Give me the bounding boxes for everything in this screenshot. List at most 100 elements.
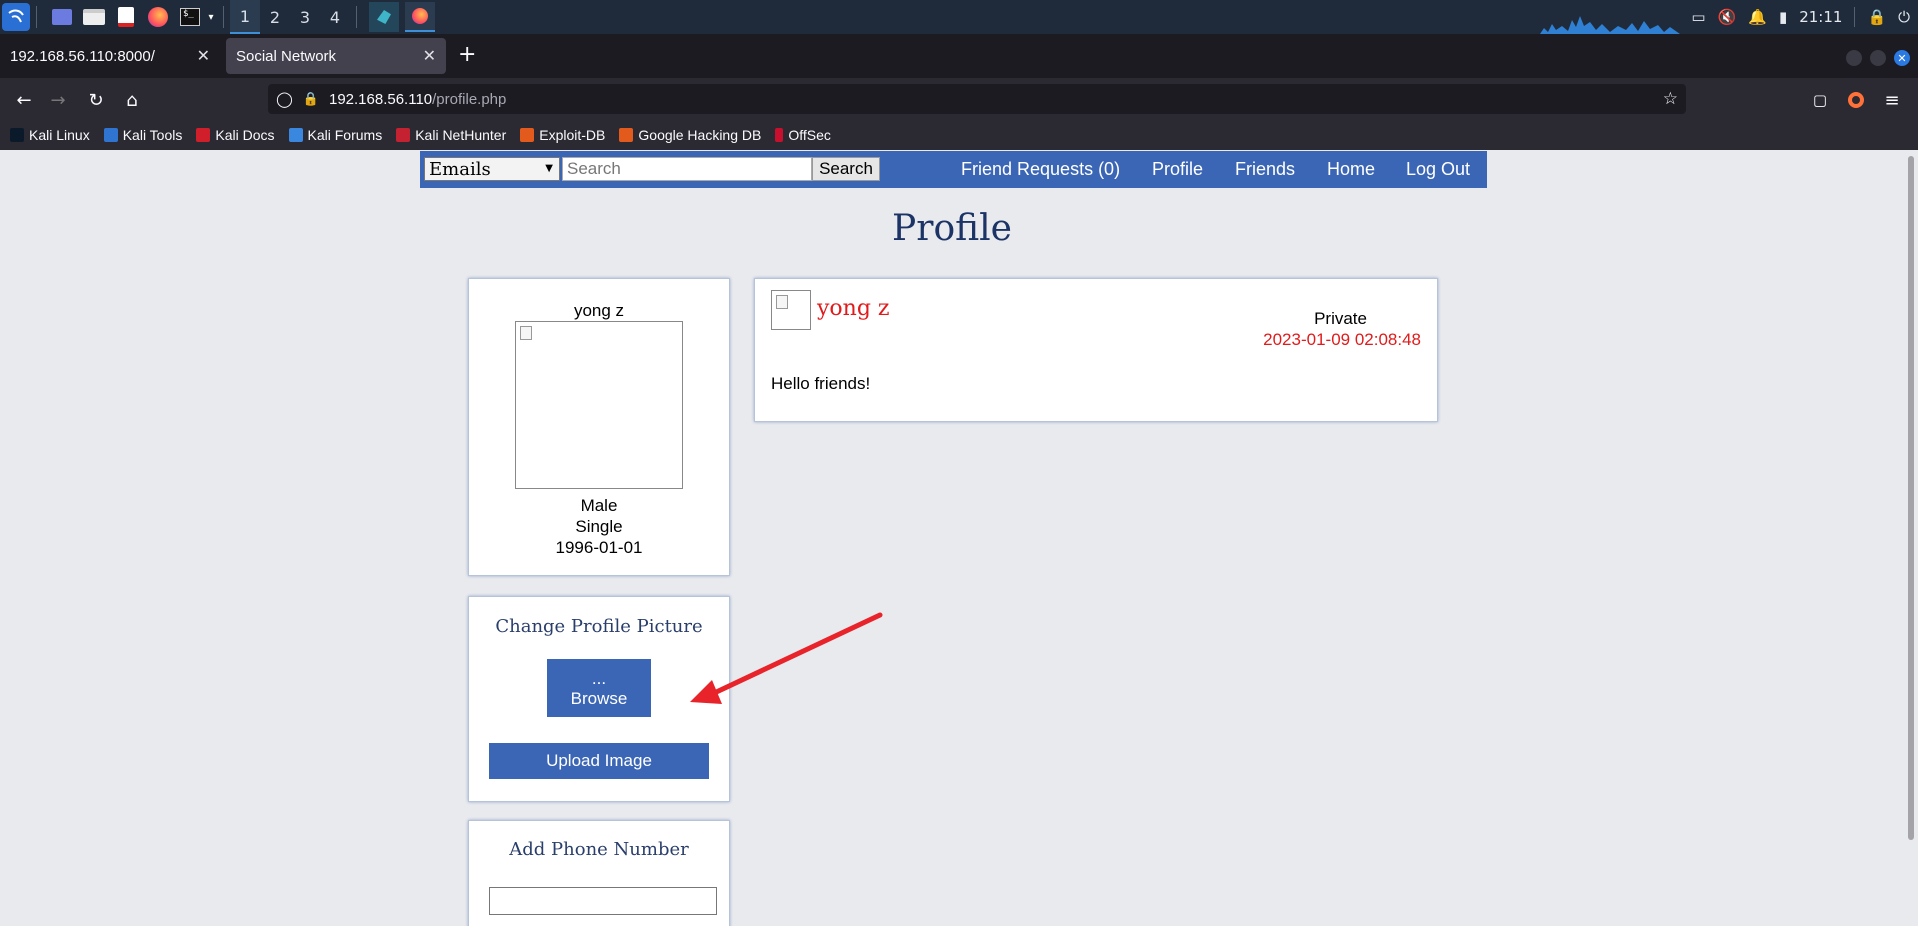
- lock-icon[interactable]: 🔒: [1867, 8, 1886, 26]
- post-author-avatar: [771, 290, 811, 330]
- bookmark-label: OffSec: [788, 127, 831, 143]
- select-value: Emails: [429, 158, 491, 180]
- bookmark-label: Exploit-DB: [539, 127, 606, 143]
- close-icon[interactable]: ✕: [197, 46, 210, 66]
- bookmark-offsec[interactable]: OffSec: [775, 127, 831, 143]
- bookmark-kali-nethunter[interactable]: Kali NetHunter: [396, 127, 506, 143]
- site-navbar: Emails ▼ Search Search Friend Requests (…: [420, 151, 1487, 188]
- page-title: Profile: [892, 208, 1012, 249]
- browse-label: Browse: [570, 689, 628, 708]
- bookmarks-toolbar: Kali Linux Kali Tools Kali Docs Kali For…: [0, 120, 1918, 150]
- search-input[interactable]: Search: [562, 157, 812, 181]
- tab-1[interactable]: 192.168.56.110:8000/ ✕: [0, 38, 220, 74]
- forward-icon[interactable]: →: [44, 86, 72, 114]
- bookmark-label: Kali Linux: [29, 127, 90, 143]
- reload-icon[interactable]: ↻: [82, 86, 110, 114]
- bookmark-star-icon[interactable]: ☆: [1663, 89, 1678, 109]
- home-icon[interactable]: ⌂: [118, 86, 146, 114]
- bookmark-kali-forums[interactable]: Kali Forums: [288, 127, 383, 143]
- change-picture-card: Change Profile Picture ... Browse Upload…: [468, 596, 730, 802]
- workspace-switcher-icon[interactable]: [49, 4, 75, 30]
- nav-log-out[interactable]: Log Out: [1406, 159, 1470, 180]
- add-phone-card: Add Phone Number: [468, 820, 730, 926]
- upload-image-button[interactable]: Upload Image: [489, 743, 709, 779]
- browse-dots: ...: [591, 669, 607, 688]
- profile-picture: [515, 321, 683, 489]
- bookmark-label: Google Hacking DB: [638, 127, 762, 143]
- nav-home[interactable]: Home: [1327, 159, 1375, 180]
- terminal-icon[interactable]: $_: [177, 4, 203, 30]
- close-window-button[interactable]: ✕: [1894, 50, 1910, 66]
- url-text: 192.168.56.110/profile.php: [329, 91, 506, 108]
- shield-icon[interactable]: ◯: [276, 90, 293, 108]
- bookmark-label: Kali Forums: [307, 127, 383, 143]
- file-manager-icon[interactable]: [81, 4, 107, 30]
- lock-icon[interactable]: 🔒: [303, 92, 319, 107]
- workspace-4[interactable]: 4: [320, 0, 350, 34]
- page-content: Emails ▼ Search Search Friend Requests (…: [0, 150, 1904, 926]
- bookmark-google-hacking-db[interactable]: Google Hacking DB: [619, 127, 761, 143]
- kali-tools-icon: [103, 128, 118, 142]
- close-icon[interactable]: ✕: [423, 46, 436, 66]
- search-button[interactable]: Search: [812, 157, 880, 181]
- back-icon[interactable]: ←: [10, 86, 38, 114]
- tab-title: Social Network: [236, 47, 337, 65]
- tab-title: 192.168.56.110:8000/: [10, 47, 155, 65]
- battery-icon[interactable]: ▮: [1779, 8, 1787, 26]
- user-relationship-status: Single: [575, 517, 623, 536]
- menu-icon[interactable]: ≡: [1878, 86, 1906, 114]
- chevron-down-icon[interactable]: ▾: [205, 4, 217, 30]
- search-placeholder: Search: [567, 159, 621, 178]
- url-host: 192.168.56.110: [328, 90, 433, 108]
- notification-bell-icon[interactable]: 🔔: [1748, 8, 1767, 26]
- clock[interactable]: 21:11: [1799, 8, 1842, 26]
- workspace-1[interactable]: 1: [230, 0, 260, 34]
- bookmark-label: Kali Tools: [122, 127, 183, 143]
- network-graph-icon: [1540, 16, 1680, 34]
- firefox-icon[interactable]: [145, 4, 171, 30]
- taskbar-separator: [223, 6, 224, 28]
- phone-number-input[interactable]: [489, 887, 717, 915]
- url-path: /profile.php: [432, 90, 507, 108]
- nav-profile[interactable]: Profile: [1152, 159, 1203, 180]
- add-phone-title: Add Phone Number: [509, 839, 689, 860]
- browser-tab-bar: 192.168.56.110:8000/ ✕ Social Network ✕: [0, 34, 1918, 78]
- extension-icon[interactable]: [1842, 86, 1870, 114]
- maximize-button[interactable]: [1870, 50, 1886, 66]
- mute-icon[interactable]: 🔇: [1718, 8, 1737, 26]
- bookmark-kali-docs[interactable]: Kali Docs: [196, 127, 275, 143]
- search-category-select[interactable]: Emails ▼: [424, 157, 560, 181]
- exploit-db-icon: [520, 128, 535, 142]
- workspace-2[interactable]: 2: [260, 0, 290, 34]
- power-icon[interactable]: ⏻: [1898, 8, 1910, 26]
- kali-menu-icon[interactable]: [2, 3, 30, 31]
- app-window-icon[interactable]: [369, 2, 399, 32]
- ghdb-icon: [619, 128, 634, 142]
- scrollbar-thumb[interactable]: [1908, 156, 1914, 840]
- kali-docs-icon: [196, 128, 211, 142]
- nav-friend-requests[interactable]: Friend Requests (0): [961, 159, 1120, 180]
- bookmark-label: Kali NetHunter: [415, 127, 507, 143]
- offsec-icon: [775, 128, 784, 142]
- post-body: Hello friends!: [771, 374, 871, 393]
- bookmark-kali-tools[interactable]: Kali Tools: [103, 127, 183, 143]
- new-tab-icon[interactable]: +: [458, 42, 476, 67]
- browse-button[interactable]: ... Browse: [547, 659, 651, 717]
- post-author-name[interactable]: yong z: [817, 296, 890, 321]
- tray-separator: [1854, 7, 1856, 27]
- annotation-arrow-icon: [690, 612, 883, 704]
- firefox-window-icon[interactable]: [405, 2, 435, 32]
- pocket-icon[interactable]: ▢: [1806, 86, 1834, 114]
- taskbar-separator: [356, 6, 357, 28]
- workspace-3[interactable]: 3: [290, 0, 320, 34]
- tab-2[interactable]: Social Network ✕: [226, 38, 446, 74]
- minimize-button[interactable]: [1846, 50, 1862, 66]
- text-editor-icon[interactable]: [113, 4, 139, 30]
- bookmark-exploit-db[interactable]: Exploit-DB: [520, 127, 605, 143]
- chevron-down-icon: ▼: [545, 163, 553, 174]
- nav-friends[interactable]: Friends: [1235, 159, 1295, 180]
- taskbar-separator: [36, 6, 37, 28]
- bookmark-kali-linux[interactable]: Kali Linux: [10, 127, 90, 143]
- url-bar[interactable]: ◯ 🔒 192.168.56.110/profile.php ☆: [268, 84, 1686, 114]
- display-icon[interactable]: ▭: [1691, 8, 1705, 26]
